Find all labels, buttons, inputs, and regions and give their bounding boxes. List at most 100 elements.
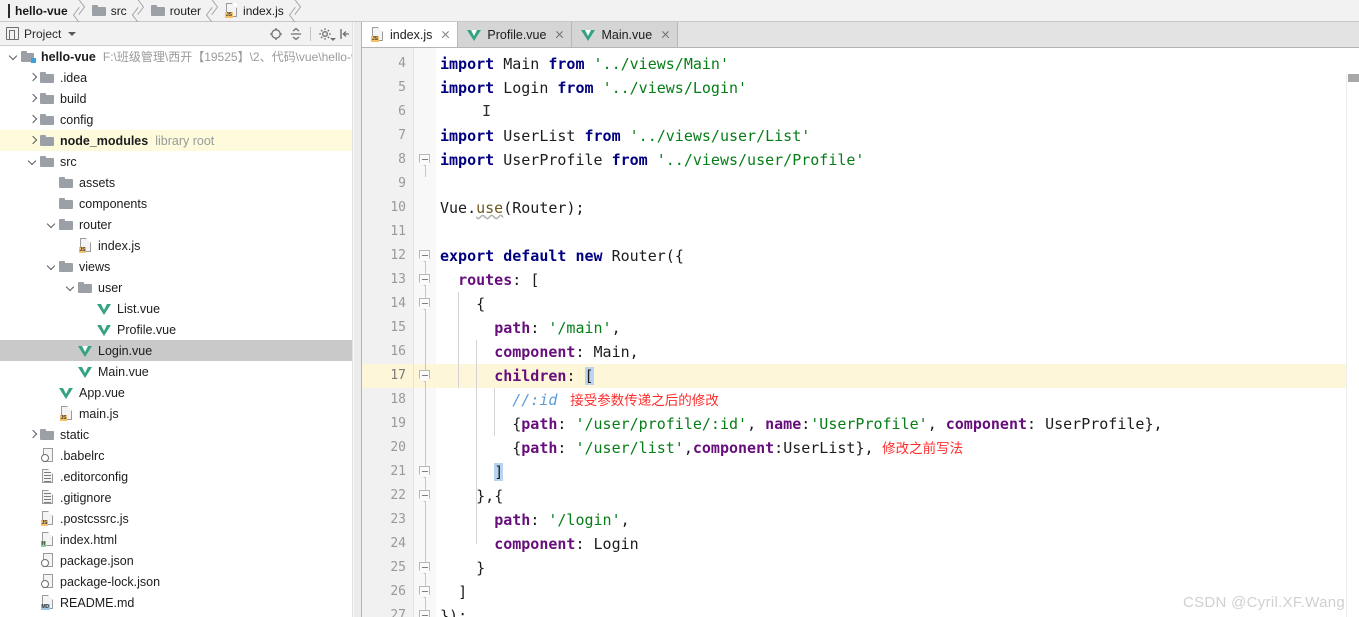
fold-marker-icon[interactable] — [419, 562, 430, 574]
tree-row-package-lock-json[interactable]: package-lock.json — [0, 571, 361, 592]
editor-tabbar[interactable]: JS index.js Profile.vue Main.vue — [362, 22, 1359, 48]
expand-arrow-icon[interactable] — [27, 429, 39, 441]
fold-marker-icon[interactable] — [419, 586, 430, 598]
editor-tab-main-vue[interactable]: Main.vue — [572, 22, 679, 47]
fold-marker-icon[interactable] — [419, 154, 430, 166]
tree-row-assets[interactable]: assets — [0, 172, 361, 193]
code-line[interactable]: },{ — [436, 484, 1359, 508]
code-line[interactable]: export default new Router({ — [436, 244, 1359, 268]
fold-marker-icon[interactable] — [419, 490, 430, 502]
tree-row-views[interactable]: views — [0, 256, 361, 277]
code-line[interactable]: ] — [436, 580, 1359, 604]
tree-row-config[interactable]: config — [0, 109, 361, 130]
code-line[interactable]: import UserProfile from '../views/user/P… — [436, 148, 1359, 172]
tree-row--postcssrc-js[interactable]: JS .postcssrc.js — [0, 508, 361, 529]
tree-row-login-vue[interactable]: Login.vue — [0, 340, 361, 361]
breadcrumb-item-index-js[interactable]: JS index.js — [221, 0, 304, 22]
tree-row-index-html[interactable]: Hindex.html — [0, 529, 361, 550]
tree-row-main-js[interactable]: JS main.js — [0, 403, 361, 424]
arrow-placeholder — [65, 366, 77, 378]
breadcrumb-item-src[interactable]: src — [88, 0, 147, 22]
tree-row-index-js[interactable]: JS index.js — [0, 235, 361, 256]
expand-arrow-icon[interactable] — [27, 72, 39, 84]
fold-marker-icon[interactable] — [419, 370, 430, 382]
code-line[interactable]: } — [436, 556, 1359, 580]
tree-row-user[interactable]: user — [0, 277, 361, 298]
fold-marker-icon[interactable] — [419, 466, 430, 478]
project-tree[interactable]: hello-vue F:\班级管理\西开【19525】\2、代码\vue\hell… — [0, 46, 361, 617]
editor-tab-index-js[interactable]: JS index.js — [362, 22, 459, 47]
close-icon[interactable] — [555, 30, 564, 39]
code-line[interactable]: {path: '/user/list',component:UserList},… — [436, 436, 1359, 460]
close-icon[interactable] — [661, 30, 670, 39]
expand-arrow-icon[interactable] — [27, 114, 39, 126]
code-line[interactable]: path: '/main', — [436, 316, 1359, 340]
fold-marker-icon[interactable] — [419, 298, 430, 310]
code-line[interactable]: routes: [ — [436, 268, 1359, 292]
fold-marker-icon[interactable] — [419, 274, 430, 286]
fold-slot[interactable] — [414, 124, 436, 148]
collapse-all-icon[interactable] — [286, 24, 306, 44]
tree-row-node-modules[interactable]: node_modules library root — [0, 130, 361, 151]
code-line[interactable]: component: Login — [436, 532, 1359, 556]
fold-slot[interactable] — [414, 52, 436, 76]
collapse-arrow-icon[interactable] — [65, 282, 77, 294]
code-line[interactable] — [436, 220, 1359, 244]
collapse-arrow-icon[interactable] — [46, 219, 58, 231]
code-line[interactable]: import Main from '../views/Main' — [436, 52, 1359, 76]
tree-row-package-json[interactable]: package.json — [0, 550, 361, 571]
folder-icon — [59, 261, 73, 272]
code-line[interactable]: component: Main, — [436, 340, 1359, 364]
tree-row-profile-vue[interactable]: Profile.vue — [0, 319, 361, 340]
tree-row-components[interactable]: components — [0, 193, 361, 214]
settings-gear-icon[interactable] — [315, 24, 336, 44]
fold-slot[interactable] — [414, 100, 436, 124]
breadcrumb-item-hello-vue[interactable]: hello-vue — [4, 0, 88, 22]
code-line[interactable]: Vue.use(Router); — [436, 196, 1359, 220]
tree-row-readme-md[interactable]: MD README.md — [0, 592, 361, 613]
locate-icon[interactable] — [266, 24, 286, 44]
code-line[interactable]: children: [ — [436, 364, 1359, 388]
tree-row-src[interactable]: src — [0, 151, 361, 172]
expand-arrow-icon[interactable] — [27, 93, 39, 105]
code-line[interactable]: //:id 接受参数传递之后的修改 — [436, 388, 1359, 412]
tree-row-hello-vue[interactable]: hello-vue F:\班级管理\西开【19525】\2、代码\vue\hell… — [0, 46, 361, 67]
code-line[interactable]: import UserList from '../views/user/List… — [436, 124, 1359, 148]
tree-row-main-vue[interactable]: Main.vue — [0, 361, 361, 382]
tree-row-router[interactable]: router — [0, 214, 361, 235]
code-line[interactable]: {path: '/user/profile/:id', name:'UserPr… — [436, 412, 1359, 436]
code-folding-gutter[interactable] — [414, 48, 436, 617]
close-icon[interactable] — [441, 30, 450, 39]
tree-row-build[interactable]: build — [0, 88, 361, 109]
chevron-down-icon[interactable] — [68, 31, 77, 36]
code-line[interactable]: path: '/login', — [436, 508, 1359, 532]
fold-marker-icon[interactable] — [419, 250, 430, 262]
tree-row--gitignore[interactable]: .gitignore — [0, 487, 361, 508]
fold-slot[interactable] — [414, 196, 436, 220]
code-line[interactable] — [436, 172, 1359, 196]
fold-slot[interactable] — [414, 220, 436, 244]
fold-marker-icon[interactable] — [419, 610, 430, 617]
collapse-arrow-icon[interactable] — [27, 156, 39, 168]
tree-row--editorconfig[interactable]: .editorconfig — [0, 466, 361, 487]
code-line[interactable] — [436, 100, 1359, 124]
editor-tab-profile-vue[interactable]: Profile.vue — [458, 22, 573, 47]
collapse-arrow-icon[interactable] — [46, 261, 58, 273]
fold-slot[interactable] — [414, 76, 436, 100]
sidebar-scrollbar[interactable] — [352, 22, 361, 617]
tree-row-app-vue[interactable]: App.vue — [0, 382, 361, 403]
tree-row-static[interactable]: static — [0, 424, 361, 445]
code-line[interactable]: { — [436, 292, 1359, 316]
tree-row--babelrc[interactable]: .babelrc — [0, 445, 361, 466]
tree-row-list-vue[interactable]: List.vue — [0, 298, 361, 319]
code-content[interactable]: import Main from '../views/Main' import L… — [436, 48, 1359, 617]
expand-arrow-icon[interactable] — [27, 135, 39, 147]
code-area[interactable]: 4 5 6 7 8 9 10 11 12 13 14 15 16 17 18 19 20 21 22 23 24 25 26… — [362, 48, 1359, 617]
breadcrumb-item-router[interactable]: router — [147, 0, 221, 22]
code-line[interactable]: ] — [436, 460, 1359, 484]
code-line[interactable]: import Login from '../views/Login' — [436, 76, 1359, 100]
tree-row--idea[interactable]: .idea — [0, 67, 361, 88]
code-line[interactable]: }); — [436, 604, 1359, 617]
collapse-arrow-icon[interactable] — [8, 51, 20, 63]
editor-scrollbar[interactable] — [1346, 74, 1359, 617]
